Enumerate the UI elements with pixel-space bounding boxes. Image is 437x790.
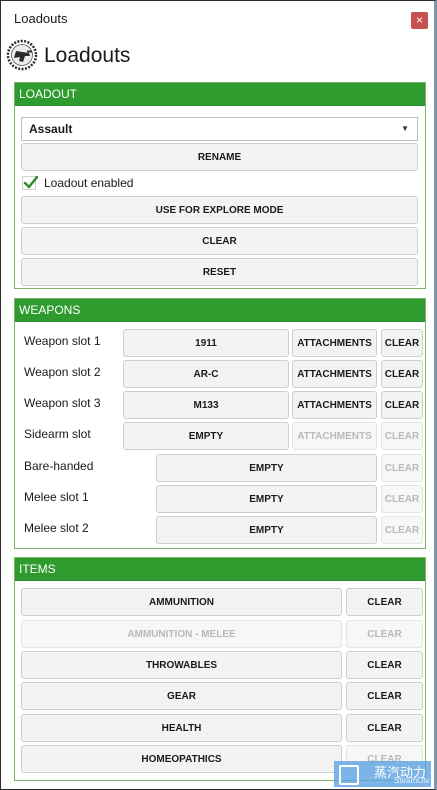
weapon-slot-2-attachments-button[interactable]: ATTACHMENTS — [292, 360, 377, 388]
clear-loadout-button[interactable]: CLEAR — [21, 227, 418, 255]
weapon-slot-3-button[interactable]: M133 — [123, 391, 289, 419]
ammunition-button[interactable]: AMMUNITION — [21, 588, 342, 616]
watermark-text-en: SteamOlv — [394, 776, 430, 785]
loadout-enabled-checkbox[interactable] — [22, 175, 39, 190]
ammunition-melee-clear-button: CLEAR — [346, 620, 423, 648]
melee-slot-2-clear-button: CLEAR — [381, 516, 423, 544]
gear-clear-button[interactable]: CLEAR — [346, 682, 423, 710]
steam-watermark: 蒸汽动力 SteamOlv — [334, 761, 431, 787]
items-heading: ITEMS — [15, 558, 425, 581]
bare-handed-clear-button: CLEAR — [381, 454, 423, 482]
melee-slot-1-clear-button: CLEAR — [381, 485, 423, 513]
weapon-slot-1-clear-button[interactable]: CLEAR — [381, 329, 423, 357]
checkmark-icon — [23, 175, 39, 189]
health-clear-button[interactable]: CLEAR — [346, 714, 423, 742]
use-for-explore-mode-button[interactable]: USE FOR EXPLORE MODE — [21, 196, 418, 224]
weapon-slot-3-clear-button[interactable]: CLEAR — [381, 391, 423, 419]
loadout-heading: LOADOUT — [15, 83, 425, 106]
weapons-heading: WEAPONS — [15, 299, 425, 322]
weapon-slot-3-attachments-button[interactable]: ATTACHMENTS — [292, 391, 377, 419]
homeopathics-button[interactable]: HOMEOPATHICS — [21, 745, 342, 773]
chevron-down-icon: ▼ — [401, 124, 409, 133]
weapon-slot-2-clear-button[interactable]: CLEAR — [381, 360, 423, 388]
bare-handed-label: Bare-handed — [24, 459, 94, 473]
loadout-select[interactable]: Assault ▼ — [21, 117, 418, 141]
weapon-slot-2-label: Weapon slot 2 — [24, 365, 101, 379]
title-bar[interactable]: Loadouts × — [1, 1, 434, 39]
ammunition-melee-button: AMMUNITION - MELEE — [21, 620, 342, 648]
window-title: Loadouts — [14, 11, 68, 26]
sidearm-slot-attachments-button: ATTACHMENTS — [292, 422, 377, 450]
close-button[interactable]: × — [411, 12, 428, 29]
melee-slot-2-button[interactable]: EMPTY — [156, 516, 377, 544]
gun-logo-icon — [6, 39, 38, 71]
rename-button[interactable]: RENAME — [21, 143, 418, 171]
loadout-panel: LOADOUT Assault ▼ RENAME Loadout enabled… — [14, 82, 426, 289]
items-panel: ITEMS AMMUNITION CLEAR AMMUNITION - MELE… — [14, 557, 426, 781]
loadout-select-value: Assault — [29, 122, 73, 136]
weapon-slot-3-label: Weapon slot 3 — [24, 396, 101, 410]
ammunition-clear-button[interactable]: CLEAR — [346, 588, 423, 616]
sidearm-slot-clear-button: CLEAR — [381, 422, 423, 450]
page-title: Loadouts — [44, 44, 131, 67]
weapon-slot-2-button[interactable]: AR-C — [123, 360, 289, 388]
weapons-panel: WEAPONS Weapon slot 1 1911 ATTACHMENTS C… — [14, 298, 426, 549]
melee-slot-2-label: Melee slot 2 — [24, 521, 89, 535]
melee-slot-1-button[interactable]: EMPTY — [156, 485, 377, 513]
loadout-enabled-label: Loadout enabled — [44, 176, 134, 190]
gear-button[interactable]: GEAR — [21, 682, 342, 710]
loadouts-window: Loadouts × Loadouts LOADOUT Assault ▼ RE… — [0, 0, 437, 790]
weapon-slot-1-label: Weapon slot 1 — [24, 334, 101, 348]
melee-slot-1-label: Melee slot 1 — [24, 490, 89, 504]
throwables-button[interactable]: THROWABLES — [21, 651, 342, 679]
reset-button[interactable]: RESET — [21, 258, 418, 286]
weapon-slot-1-attachments-button[interactable]: ATTACHMENTS — [292, 329, 377, 357]
weapon-slot-1-button[interactable]: 1911 — [123, 329, 289, 357]
bare-handed-button[interactable]: EMPTY — [156, 454, 377, 482]
sidearm-slot-label: Sidearm slot — [24, 427, 91, 441]
steam-logo-icon — [339, 765, 359, 785]
health-button[interactable]: HEALTH — [21, 714, 342, 742]
app-header: Loadouts — [6, 39, 434, 73]
throwables-clear-button[interactable]: CLEAR — [346, 651, 423, 679]
sidearm-slot-button[interactable]: EMPTY — [123, 422, 289, 450]
